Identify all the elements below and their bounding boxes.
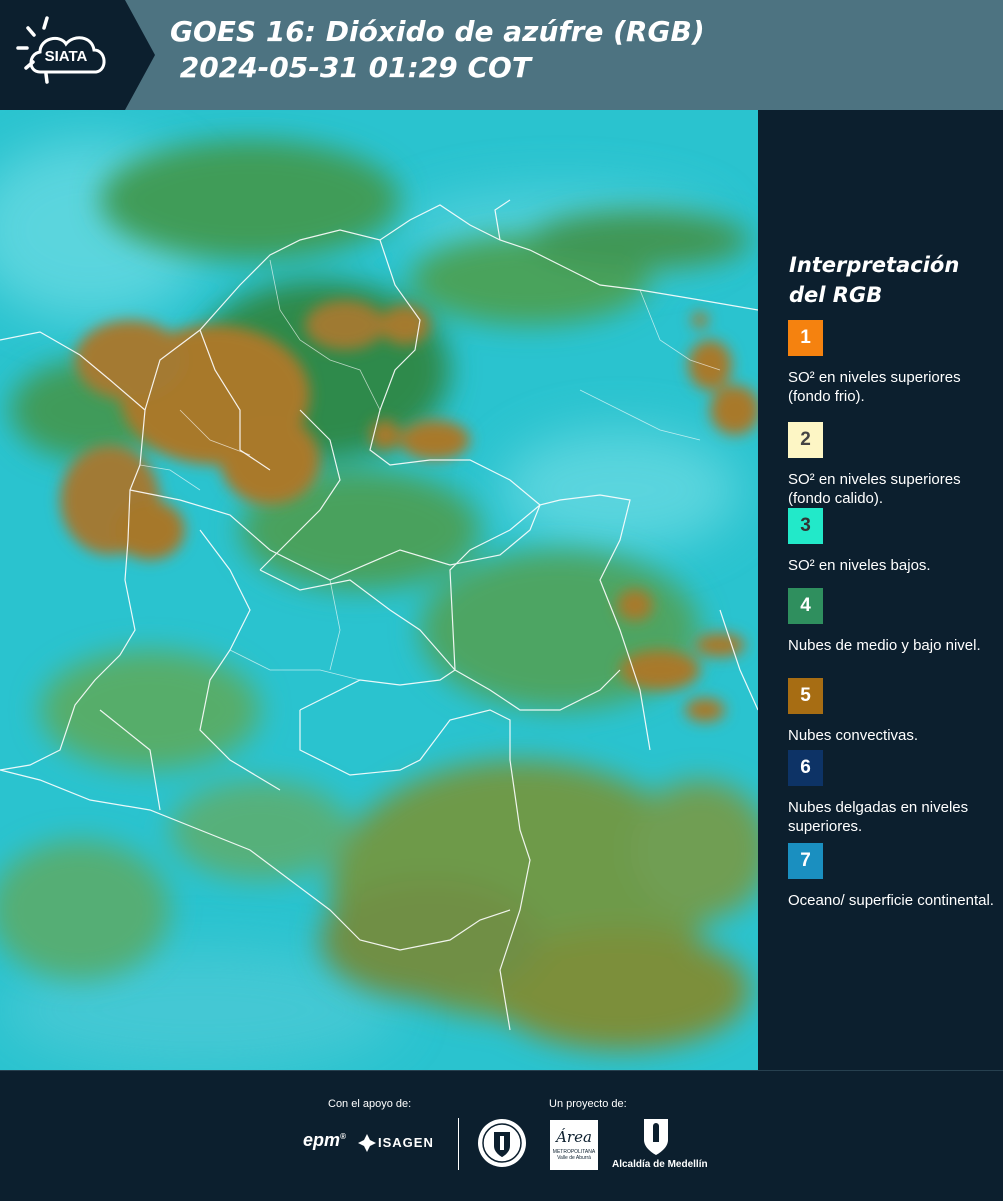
title-line-2: 2024-05-31 01:29 COT bbox=[170, 51, 531, 84]
legend-title: Interpretación del RGB bbox=[789, 253, 960, 307]
siata-logo: SIATA bbox=[0, 0, 155, 110]
legend-swatch: 6 bbox=[788, 750, 823, 786]
legend-label: Nubes delgadas en niveles superiores. bbox=[788, 799, 969, 835]
project-label: Un proyecto de: bbox=[549, 1098, 627, 1110]
legend-panel: Interpretación del RGB 1 SO² en niveles s… bbox=[760, 110, 1003, 1070]
alcaldia-shield-icon bbox=[644, 1119, 668, 1155]
title-line-1: GOES 16: Dióxido de azúfre (RGB) bbox=[170, 15, 705, 48]
legend-label: Nubes de medio y bajo nivel. bbox=[788, 637, 981, 654]
area-metropolitana-logo: Área METROPOLITANA Valle de Aburrá bbox=[550, 1120, 598, 1170]
legend-swatch: 4 bbox=[788, 588, 823, 624]
alcaldia-label: Alcaldía de Medellín bbox=[612, 1159, 708, 1170]
footer-divider bbox=[458, 1118, 459, 1170]
footer: Con el apoyo de: Un proyecto de: epm® IS… bbox=[0, 1070, 1003, 1201]
page-title: GOES 16: Dióxido de azúfre (RGB) 2024-05… bbox=[170, 14, 705, 86]
satellite-imagery bbox=[0, 110, 758, 1070]
legend-label: SO² en niveles superiores (fondo calido)… bbox=[788, 471, 961, 507]
legend-item-7: 7 Oceano/ superficie continental. bbox=[788, 843, 998, 910]
legend-label: SO² en niveles bajos. bbox=[788, 557, 931, 574]
isagen-icon bbox=[358, 1134, 376, 1152]
legend-item-3: 3 SO² en niveles bajos. bbox=[788, 508, 998, 575]
legend-label: SO² en niveles superiores (fondo frio). bbox=[788, 369, 961, 405]
isagen-logo: ISAGEN bbox=[378, 1135, 434, 1150]
legend-swatch: 7 bbox=[788, 843, 823, 879]
satellite-map bbox=[0, 110, 758, 1070]
medellin-seal-icon bbox=[478, 1119, 526, 1167]
legend-swatch: 5 bbox=[788, 678, 823, 714]
legend-item-6: 6 Nubes delgadas en niveles superiores. bbox=[788, 750, 998, 836]
legend-item-1: 1 SO² en niveles superiores (fondo frio). bbox=[788, 320, 998, 406]
epm-logo: epm® bbox=[303, 1130, 346, 1150]
legend-item-2: 2 SO² en niveles superiores (fondo calido… bbox=[788, 422, 998, 508]
legend-label: Oceano/ superficie continental. bbox=[788, 892, 994, 909]
logo-text: SIATA bbox=[45, 48, 88, 65]
legend-item-4: 4 Nubes de medio y bajo nivel. bbox=[788, 588, 998, 655]
legend-label: Nubes convectivas. bbox=[788, 727, 919, 744]
legend-swatch: 1 bbox=[788, 320, 823, 356]
legend-swatch: 2 bbox=[788, 422, 823, 458]
legend-swatch: 3 bbox=[788, 508, 823, 544]
header-bar: SIATA GOES 16: Dióxido de azúfre (RGB) 2… bbox=[0, 0, 1003, 110]
support-label: Con el apoyo de: bbox=[328, 1098, 412, 1110]
legend-item-5: 5 Nubes convectivas. bbox=[788, 678, 998, 745]
